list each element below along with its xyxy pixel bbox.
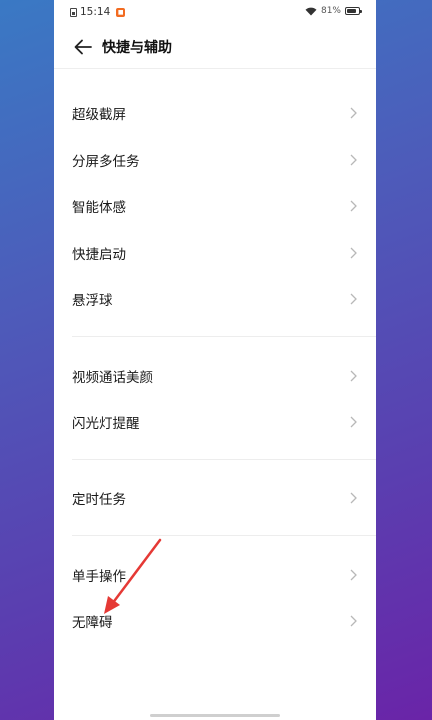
list-item-quick-launch[interactable]: 快捷启动 <box>54 230 376 276</box>
status-right: 81% <box>305 6 362 16</box>
phone-screen: 15:14 ■ 81% 快捷与辅助 超级截屏 分屏多任务 智能体感 快捷启动 悬… <box>54 0 376 720</box>
list-item-video-call-beauty[interactable]: 视频通话美颜 <box>54 353 376 399</box>
home-indicator[interactable] <box>150 714 280 717</box>
list-item-label: 单手操作 <box>72 569 126 585</box>
chevron-right-icon <box>348 568 358 582</box>
chevron-right-icon <box>348 246 358 260</box>
header: 快捷与辅助 <box>54 26 376 68</box>
chevron-right-icon <box>348 491 358 505</box>
sim-card-icon <box>70 7 77 17</box>
list-item-flash-reminder[interactable]: 闪光灯提醒 <box>54 399 376 445</box>
page-title: 快捷与辅助 <box>102 40 172 56</box>
back-button[interactable] <box>68 32 98 62</box>
status-left: 15:14 ■ <box>70 6 126 18</box>
battery-percent: 81% <box>320 6 341 16</box>
list-item-label: 悬浮球 <box>72 293 113 309</box>
list-item-label: 智能体感 <box>72 200 126 216</box>
status-time: 15:14 <box>80 6 111 18</box>
battery-fill <box>347 9 356 13</box>
section-divider <box>72 535 376 536</box>
list-item-label: 分屏多任务 <box>72 154 140 170</box>
list-item-label: 无障碍 <box>72 615 113 631</box>
list-item-accessibility[interactable]: 无障碍 <box>54 598 376 644</box>
list-item-super-screenshot[interactable]: 超级截屏 <box>54 90 376 136</box>
list-item-label: 闪光灯提醒 <box>72 416 140 432</box>
chevron-right-icon <box>348 369 358 383</box>
list-item-split-screen[interactable]: 分屏多任务 <box>54 137 376 183</box>
chevron-right-icon <box>348 292 358 306</box>
chevron-right-icon <box>348 153 358 167</box>
notification-app-icon: ■ <box>116 7 126 17</box>
battery-icon <box>345 7 362 15</box>
list-item-floating-ball[interactable]: 悬浮球 <box>54 276 376 322</box>
list-item-one-hand-mode[interactable]: 单手操作 <box>54 552 376 598</box>
list-item-label: 视频通话美颜 <box>72 370 153 386</box>
header-divider <box>54 68 376 69</box>
wifi-icon <box>305 7 317 15</box>
chevron-right-icon <box>348 106 358 120</box>
list-item-label: 超级截屏 <box>72 107 126 123</box>
chevron-right-icon <box>348 614 358 628</box>
list-item-smart-motion[interactable]: 智能体感 <box>54 183 376 229</box>
list-item-label: 定时任务 <box>72 492 126 508</box>
chevron-right-icon <box>348 199 358 213</box>
list-item-label: 快捷启动 <box>72 247 126 263</box>
list-item-scheduled-tasks[interactable]: 定时任务 <box>54 475 376 521</box>
section-divider <box>72 459 376 460</box>
section-divider <box>72 336 376 337</box>
chevron-right-icon <box>348 415 358 429</box>
status-bar: 15:14 ■ 81% <box>54 0 376 26</box>
back-arrow-icon <box>74 39 92 55</box>
